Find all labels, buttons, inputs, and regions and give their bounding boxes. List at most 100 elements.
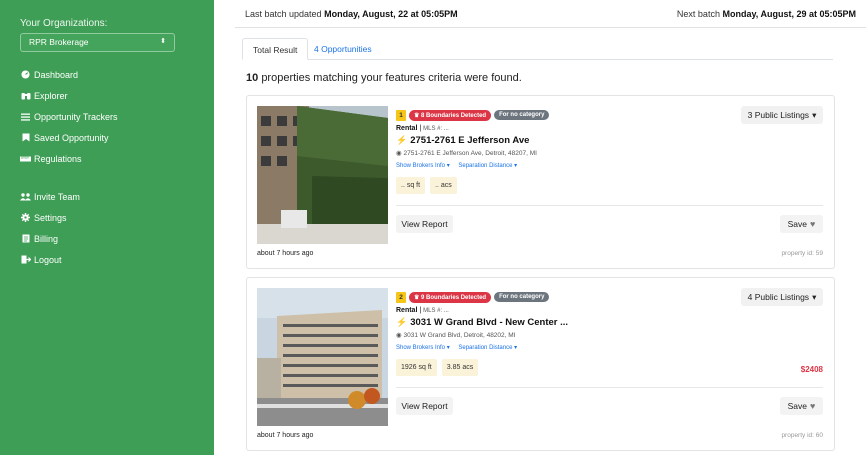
sidebar-item-label: Opportunity Trackers xyxy=(34,111,118,122)
sidebar-item-dashboard[interactable]: Dashboard xyxy=(20,64,118,85)
sidebar-item-settings[interactable]: Settings xyxy=(20,207,118,228)
public-listings-dropdown[interactable]: 3 Public Listings ▾ xyxy=(741,106,823,124)
boundaries-badge[interactable]: ♛ 8 Boundaries Detected xyxy=(409,109,492,121)
sidebar-item-billing[interactable]: Billing xyxy=(20,228,118,249)
public-listings-dropdown[interactable]: 4 Public Listings ▾ xyxy=(741,288,823,306)
save-label: Save xyxy=(787,401,808,411)
org-label: Your Organizations: xyxy=(20,18,108,29)
view-report-button[interactable]: View Report xyxy=(396,397,453,415)
property-title-text: 3031 W Grand Blvd - New Center ... xyxy=(410,317,569,328)
bolt-icon: ⚡ xyxy=(396,135,408,145)
org-select[interactable]: RPR Brokerage ⬍ xyxy=(20,33,175,52)
card-divider xyxy=(396,387,823,388)
caret-down-icon: ▾ xyxy=(812,291,817,302)
sidebar: Your Organizations: RPR Brokerage ⬍ Dash… xyxy=(0,0,214,455)
sidebar-item-regulations[interactable]: Regulations xyxy=(20,148,118,169)
mls-number: MLS #: ... xyxy=(423,126,449,132)
property-title-text: 2751-2761 E Jefferson Ave xyxy=(410,135,530,146)
public-listings-label: 3 Public Listings xyxy=(747,110,810,120)
results-text: properties matching your features criter… xyxy=(261,72,522,84)
bolt-icon: ⚡ xyxy=(396,317,408,327)
save-button[interactable]: Save ♥ xyxy=(780,215,823,233)
category-badge: For no category xyxy=(494,110,550,120)
sidebar-item-opportunity-trackers[interactable]: Opportunity Trackers xyxy=(20,106,118,127)
crown-icon: ♛ xyxy=(414,112,422,119)
sidebar-item-label: Settings xyxy=(34,212,67,223)
card-divider xyxy=(396,205,823,206)
binoculars-icon xyxy=(20,91,31,100)
property-photo[interactable] xyxy=(257,106,388,244)
sidebar-item-label: Regulations xyxy=(34,153,82,164)
show-brokers-info-link[interactable]: Show Brokers Info ▾ xyxy=(396,163,450,169)
property-address: ◉ 2751-2761 E Jefferson Ave, Detroit, 48… xyxy=(396,149,549,157)
view-report-button[interactable]: View Report xyxy=(396,215,453,233)
save-button[interactable]: Save ♥ xyxy=(780,397,823,415)
rank-badge: 2 xyxy=(396,291,406,303)
sidebar-item-label: Logout xyxy=(34,254,62,265)
price-label: $2408 xyxy=(800,365,823,374)
sidebar-item-label: Explorer xyxy=(34,90,68,101)
property-address-text: 3031 W Grand Blvd, Detroit, 48202, MI xyxy=(403,332,516,339)
boundaries-text: 8 Boundaries Detected xyxy=(421,112,487,119)
property-card: 1 ♛ 8 Boundaries Detected For no categor… xyxy=(246,95,835,269)
show-brokers-info-link[interactable]: Show Brokers Info ▾ xyxy=(396,345,450,351)
sidebar-item-invite-team[interactable]: Invite Team xyxy=(20,186,118,207)
ruler-icon xyxy=(20,156,31,162)
last-batch-info: Last batch updated Monday, August, 22 at… xyxy=(245,9,458,19)
results-summary: 10 properties matching your features cri… xyxy=(246,72,522,84)
property-id: property id: 60 xyxy=(781,432,823,439)
property-info: 1 ♛ 8 Boundaries Detected For no categor… xyxy=(396,109,550,194)
next-batch-info: Next batch Monday, August, 29 at 05:05PM xyxy=(677,9,856,19)
acres-chip: .. acs xyxy=(430,177,457,194)
sqft-chip: .. sq ft xyxy=(396,177,426,194)
billing-icon xyxy=(20,234,31,243)
heart-icon: ♥ xyxy=(810,219,816,229)
sqft-chip: 1926 sq ft xyxy=(396,359,437,376)
save-label: Save xyxy=(787,219,808,229)
sidebar-item-label: Invite Team xyxy=(34,191,80,202)
bookmark-icon xyxy=(20,133,31,142)
updated-ago: about 7 hours ago xyxy=(257,250,314,257)
sidebar-item-label: Billing xyxy=(34,233,59,244)
mls-number: MLS #: ... xyxy=(423,308,449,314)
next-batch-value: Monday, August, 29 at 05:05PM xyxy=(722,9,856,19)
public-listings-label: 4 Public Listings xyxy=(747,292,810,302)
acres-chip: 3.85 acs xyxy=(441,359,479,376)
sidebar-item-label: Saved Opportunity xyxy=(34,132,109,143)
sidebar-item-label: Dashboard xyxy=(34,69,79,80)
property-address-text: 2751-2761 E Jefferson Ave, Detroit, 4820… xyxy=(403,150,537,157)
property-photo[interactable] xyxy=(257,288,388,426)
list-icon xyxy=(20,113,31,121)
sidebar-item-explorer[interactable]: Explorer xyxy=(20,85,118,106)
users-icon xyxy=(20,192,31,201)
updated-ago: about 7 hours ago xyxy=(257,432,314,439)
separation-distance-link[interactable]: Separation Distance ▾ xyxy=(458,345,517,351)
property-info: 2 ♛ 9 Boundaries Detected For no categor… xyxy=(396,291,568,376)
crown-icon: ♛ xyxy=(414,294,422,301)
property-address: ◉ 3031 W Grand Blvd, Detroit, 48202, MI xyxy=(396,331,568,339)
sidebar-nav: Dashboard Explorer Opportunity Trackers … xyxy=(20,64,118,270)
batch-status-bar: Last batch updated Monday, August, 22 at… xyxy=(235,0,866,28)
sidebar-item-saved-opportunity[interactable]: Saved Opportunity xyxy=(20,127,118,148)
listing-type: Rental xyxy=(396,125,418,132)
sidebar-item-logout[interactable]: Logout xyxy=(20,249,118,270)
property-id: property id: 59 xyxy=(781,250,823,257)
tab-opportunities[interactable]: 4 Opportunities xyxy=(304,38,382,60)
separation-distance-link[interactable]: Separation Distance ▾ xyxy=(458,163,517,169)
property-card: 2 ♛ 9 Boundaries Detected For no categor… xyxy=(246,277,835,451)
gear-icon xyxy=(20,213,31,222)
property-title[interactable]: ⚡ 2751-2761 E Jefferson Ave xyxy=(396,135,549,146)
results-count: 10 xyxy=(246,72,259,84)
last-batch-label: Last batch updated xyxy=(245,9,322,19)
logout-icon xyxy=(20,255,31,264)
property-title[interactable]: ⚡ 3031 W Grand Blvd - New Center ... xyxy=(396,317,568,328)
listing-type: Rental xyxy=(396,307,418,314)
heart-icon: ♥ xyxy=(810,401,816,411)
main-content: Last batch updated Monday, August, 22 at… xyxy=(214,0,866,455)
boundaries-badge[interactable]: ♛ 9 Boundaries Detected xyxy=(409,291,492,303)
org-select-value: RPR Brokerage xyxy=(29,37,89,47)
dashboard-icon xyxy=(20,70,31,79)
select-caret-icon: ⬍ xyxy=(160,38,166,45)
tab-total-result[interactable]: Total Result xyxy=(242,38,309,60)
caret-down-icon: ▾ xyxy=(812,109,817,120)
